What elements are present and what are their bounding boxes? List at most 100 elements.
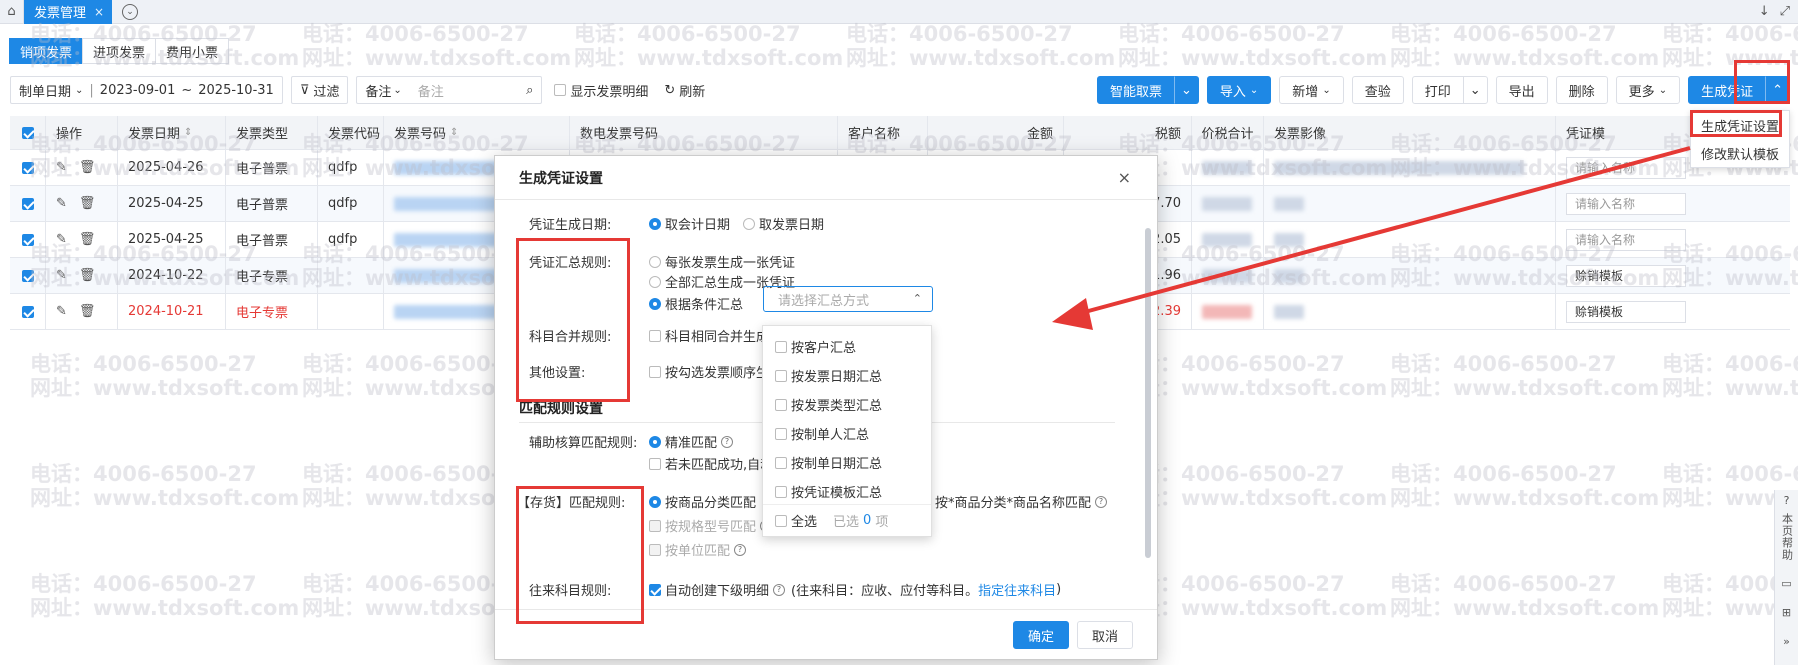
collapse-icon[interactable]: » <box>1783 635 1790 648</box>
stock-option-category[interactable]: 按商品分类匹配 <box>649 492 756 511</box>
trash-icon[interactable]: 🗑 <box>79 232 96 247</box>
summary-option-item[interactable]: 按制单人汇总 <box>763 419 931 448</box>
tab-invoice-management[interactable]: 发票管理 × <box>24 0 113 24</box>
cancel-button[interactable]: 取消 <box>1077 621 1134 649</box>
help-icon[interactable]: ? <box>773 583 786 596</box>
home-icon[interactable]: ⌂ <box>0 0 24 24</box>
filter-button[interactable]: ⊽ 过滤 <box>290 76 349 104</box>
tab-close-icon[interactable]: × <box>94 5 104 19</box>
summary-method-select[interactable]: 请选择汇总方式 ⌃ <box>763 286 933 312</box>
gift-icon[interactable]: ⊞ <box>1782 606 1791 619</box>
tab-more-icon[interactable]: ⌄ <box>122 3 139 20</box>
option-checkbox[interactable] <box>775 427 787 440</box>
tab-sales-invoice[interactable]: 销项发票 <box>9 38 84 64</box>
summary-option-item[interactable]: 按凭证模板汇总 <box>763 477 931 506</box>
row-checkbox[interactable] <box>21 197 34 210</box>
option-checkbox[interactable] <box>775 369 787 382</box>
merge-same-subject-option[interactable]: 科目相同合并生成 <box>649 326 769 345</box>
specify-ar-subject-link[interactable]: 指定往来科目 <box>978 580 1056 599</box>
edit-icon[interactable]: ✎ <box>56 196 67 211</box>
aux-auto-option[interactable]: 若未匹配成功,自动 <box>649 454 773 473</box>
option-checkbox[interactable] <box>775 398 787 411</box>
stock-option-unit[interactable]: 按单位匹配? <box>649 540 747 559</box>
remark-input[interactable]: 备注 <box>418 81 526 100</box>
close-icon[interactable]: × <box>1118 168 1131 187</box>
voucher-template-input[interactable]: 请输入名称 <box>1566 156 1686 179</box>
summary-option-item[interactable]: 按制单日期汇总 <box>763 448 931 477</box>
summary-option-item[interactable]: 按客户汇总 <box>763 332 931 361</box>
edit-icon[interactable]: ✎ <box>56 268 67 283</box>
summary-option-conditional[interactable]: 根据条件汇总 <box>649 294 743 313</box>
help-icon[interactable]: ? <box>721 435 734 448</box>
help-icon[interactable]: ? <box>1095 495 1108 508</box>
menu-item-voucher-settings[interactable]: 生成凭证设置 <box>1691 111 1789 139</box>
trash-icon[interactable]: 🗑 <box>79 160 96 175</box>
col-invoice-date[interactable]: 发票日期 ⇕ <box>118 116 226 149</box>
import-button[interactable]: 导入 ⌄ <box>1206 76 1272 104</box>
date-range-picker[interactable]: 制单日期 ⌄ | 2023-09-01 ~ 2025-10-31 <box>10 76 283 104</box>
stock-option-spec[interactable]: 按规格型号匹配? <box>649 516 773 535</box>
chat-icon[interactable]: ▭ <box>1781 577 1791 590</box>
col-invoice-number[interactable]: 发票号码 ⇕ <box>384 116 570 149</box>
option-checkbox[interactable] <box>775 340 787 353</box>
generate-voucher-button[interactable]: 生成凭证 <box>1688 76 1767 104</box>
dialog-scrollbar[interactable] <box>1145 228 1151 558</box>
export-button[interactable]: 导出 <box>1495 76 1548 104</box>
summary-option-item[interactable]: 按发票日期汇总 <box>763 361 931 390</box>
date-option-invoice[interactable]: 取发票日期 <box>743 214 824 233</box>
voucher-template-input[interactable]: 请输入名称 <box>1566 228 1686 251</box>
tab-expense-receipt[interactable]: 费用小票 <box>155 38 230 64</box>
summary-option-item[interactable]: 按发票类型汇总 <box>763 390 931 419</box>
row-checkbox[interactable] <box>21 233 34 246</box>
generate-voucher-dropdown-icon[interactable]: ⌃ <box>1765 76 1790 104</box>
smart-fetch-button[interactable]: 智能取票 <box>1096 76 1175 104</box>
date-from[interactable]: 2023-09-01 <box>100 83 176 98</box>
print-dropdown-icon[interactable]: ⌄ <box>1462 76 1488 104</box>
help-circle-icon[interactable]: ? <box>1784 494 1790 507</box>
verify-button[interactable]: 查验 <box>1351 76 1404 104</box>
search-icon[interactable]: ⌕ <box>526 83 533 98</box>
voucher-template-input[interactable]: 请输入名称 <box>1566 192 1686 215</box>
row-checkbox[interactable] <box>21 305 34 318</box>
date-type-select[interactable]: 制单日期 <box>19 81 71 100</box>
download-icon[interactable]: ↓ <box>1759 4 1770 19</box>
confirm-button[interactable]: 确定 <box>1013 621 1070 649</box>
select-all-options-checkbox[interactable] <box>775 514 787 527</box>
trash-icon[interactable]: 🗑 <box>79 304 96 319</box>
edit-icon[interactable]: ✎ <box>56 304 67 319</box>
delete-button[interactable]: 删除 <box>1555 76 1608 104</box>
page-help-link[interactable]: 本页帮助 <box>1779 513 1795 561</box>
more-button[interactable]: 更多 ⌄ <box>1615 76 1681 104</box>
print-button[interactable]: 打印 <box>1411 76 1464 104</box>
help-icon[interactable]: ? <box>734 543 747 556</box>
refresh-icon: ↻ <box>664 82 676 98</box>
show-detail-checkbox[interactable] <box>554 84 567 96</box>
ar-auto-create-option[interactable]: 自动创建下级明细 ? (往来科目：应收、应付等科目。 指定往来科目 ) <box>649 580 1061 599</box>
fullscreen-icon[interactable]: ⤢ <box>1780 4 1790 19</box>
smart-fetch-dropdown-icon[interactable]: ⌄ <box>1173 76 1199 104</box>
aux-option-exact[interactable]: 精准匹配? <box>649 432 734 451</box>
remark-type-select[interactable]: 备注 <box>365 81 391 100</box>
date-option-accounting[interactable]: 取会计日期 <box>649 214 730 233</box>
stock-option-category-name[interactable]: 按*商品分类*商品名称匹配? <box>935 492 1108 511</box>
edit-icon[interactable]: ✎ <box>56 160 67 175</box>
row-checkbox[interactable] <box>21 161 34 174</box>
refresh-button[interactable]: ↻ 刷新 <box>664 81 705 100</box>
remark-search[interactable]: 备注 ⌄ 备注 ⌕ <box>356 76 543 104</box>
tab-purchase-invoice[interactable]: 进项发票 <box>82 38 157 64</box>
row-checkbox[interactable] <box>21 269 34 282</box>
voucher-template-input[interactable]: 赊销模板 <box>1566 300 1686 323</box>
voucher-template-input[interactable]: 赊销模板 <box>1566 264 1686 287</box>
summary-option-each[interactable]: 每张发票生成一张凭证 <box>649 252 795 271</box>
date-to[interactable]: 2025-10-31 <box>198 83 274 98</box>
option-checkbox[interactable] <box>775 485 787 498</box>
trash-icon[interactable]: 🗑 <box>79 268 96 283</box>
edit-icon[interactable]: ✎ <box>56 232 67 247</box>
trash-icon[interactable]: 🗑 <box>79 196 96 211</box>
add-button[interactable]: 新增 ⌄ <box>1279 76 1344 104</box>
select-all-checkbox[interactable] <box>21 126 34 139</box>
selection-order-option[interactable]: 按勾选发票顺序生 <box>649 362 769 381</box>
option-checkbox[interactable] <box>775 456 787 469</box>
menu-item-edit-default-template[interactable]: 修改默认模板 <box>1691 139 1789 167</box>
show-detail-toggle[interactable]: 显示发票明细 <box>554 81 648 100</box>
